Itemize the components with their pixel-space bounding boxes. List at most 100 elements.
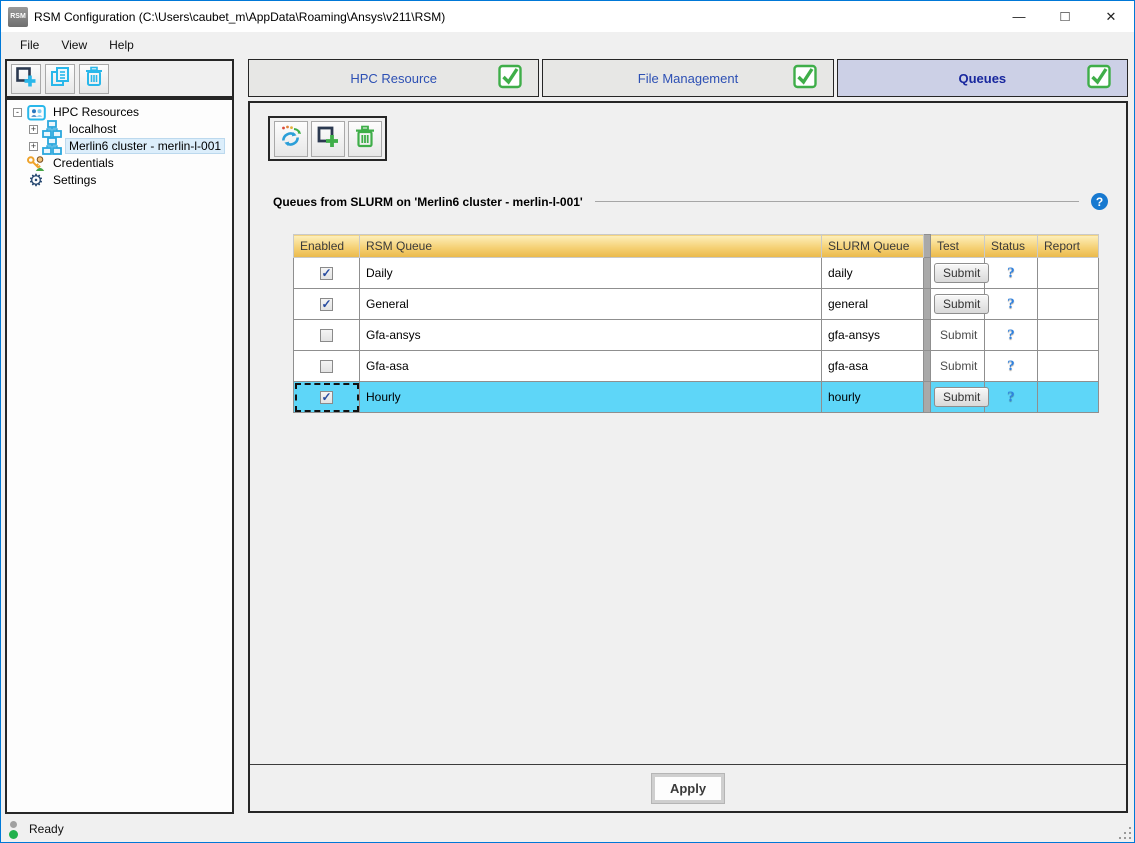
- apply-button[interactable]: Apply: [652, 774, 724, 803]
- tree-label: Merlin6 cluster - merlin-l-001: [66, 139, 224, 153]
- enabled-checkbox[interactable]: [320, 360, 333, 373]
- rsm-queue-cell[interactable]: Daily: [360, 258, 822, 289]
- menu-file[interactable]: File: [9, 35, 50, 55]
- status-bar: Ready: [1, 817, 1134, 842]
- enabled-checkbox[interactable]: [320, 267, 333, 280]
- queues-panel: Queues from SLURM on 'Merlin6 cluster - …: [248, 101, 1128, 813]
- tree-item-settings[interactable]: ⚙ Settings: [7, 172, 232, 188]
- queues-section-header: Queues from SLURM on 'Merlin6 cluster - …: [273, 193, 1108, 210]
- tree-item-merlin6-cluster[interactable]: + Merlin6 cluster - merlin-l-001: [7, 138, 232, 154]
- section-rule: [595, 201, 1079, 202]
- minimize-button[interactable]: —: [996, 1, 1042, 32]
- copy-icon: [49, 66, 71, 91]
- apply-bar: Apply: [250, 764, 1126, 811]
- header-slurm-queue: SLURM Queue: [822, 235, 924, 258]
- rsm-queue-cell[interactable]: Gfa-asa: [360, 351, 822, 382]
- rsm-queue-cell[interactable]: General: [360, 289, 822, 320]
- add-queue-button[interactable]: [311, 121, 345, 157]
- slurm-queue-cell[interactable]: general: [822, 289, 924, 320]
- enabled-checkbox[interactable]: [320, 329, 333, 342]
- submit-button[interactable]: Submit: [934, 357, 983, 375]
- queue-row-general[interactable]: General general Submit ?: [294, 289, 1099, 320]
- queue-row-gfa-asa[interactable]: Gfa-asa gfa-asa Submit ?: [294, 351, 1099, 382]
- add-hpc-resource-button[interactable]: [11, 64, 41, 94]
- collapse-expander-icon[interactable]: -: [13, 108, 22, 117]
- menu-help[interactable]: Help: [98, 35, 145, 55]
- header-report: Report: [1038, 235, 1099, 258]
- submit-button[interactable]: Submit: [934, 263, 989, 283]
- tab-label: HPC Resource: [350, 71, 437, 86]
- column-divider: [924, 351, 931, 382]
- queues-section-title: Queues from SLURM on 'Merlin6 cluster - …: [273, 195, 583, 209]
- refresh-icon: [277, 124, 304, 154]
- enabled-checkbox[interactable]: [320, 298, 333, 311]
- slurm-queue-cell[interactable]: gfa-ansys: [822, 320, 924, 351]
- connection-status-icon: [9, 821, 18, 839]
- status-unknown-icon: ?: [1007, 296, 1015, 312]
- enabled-checkbox[interactable]: [320, 391, 333, 404]
- maximize-button[interactable]: □: [1042, 1, 1088, 32]
- slurm-queue-cell[interactable]: hourly: [822, 382, 924, 413]
- tab-hpc-resource[interactable]: HPC Resource: [248, 59, 539, 97]
- menu-bar: File View Help: [1, 32, 1134, 57]
- column-divider: [924, 320, 931, 351]
- duplicate-hpc-resource-button[interactable]: [45, 64, 75, 94]
- header-status: Status: [985, 235, 1038, 258]
- menu-view[interactable]: View: [50, 35, 98, 55]
- tab-file-management[interactable]: File Management: [542, 59, 833, 97]
- hpc-resources-tree: - HPC Resources +: [5, 98, 234, 814]
- header-test: Test: [931, 235, 985, 258]
- status-unknown-icon: ?: [1007, 358, 1015, 374]
- tree-item-credentials[interactable]: Credentials: [7, 155, 232, 171]
- column-divider: [924, 235, 931, 258]
- tree-item-hpc-resources[interactable]: - HPC Resources: [7, 104, 232, 120]
- tab-queues[interactable]: Queues: [837, 59, 1128, 97]
- rsm-configuration-window: RSM RSM Configuration (C:\Users\caubet_m…: [0, 0, 1135, 843]
- refresh-queues-button[interactable]: [274, 121, 308, 157]
- expand-expander-icon[interactable]: +: [29, 142, 38, 151]
- expand-expander-icon[interactable]: +: [29, 125, 38, 134]
- slurm-queue-cell[interactable]: daily: [822, 258, 924, 289]
- status-dot-green: [9, 830, 18, 839]
- table-header-row: Enabled RSM Queue SLURM Queue Test Statu…: [294, 235, 1099, 258]
- cluster-icon: [42, 120, 62, 138]
- window-title: RSM Configuration (C:\Users\caubet_m\App…: [34, 10, 445, 24]
- tree-label: localhost: [66, 122, 119, 136]
- delete-queue-button[interactable]: [348, 121, 382, 157]
- close-button[interactable]: ✕: [1088, 1, 1134, 32]
- help-icon[interactable]: ?: [1091, 193, 1108, 210]
- tree-label: HPC Resources: [50, 105, 142, 119]
- hpc-resources-toolbar: [5, 59, 234, 98]
- queue-row-gfa-ansys[interactable]: Gfa-ansys gfa-ansys Submit ?: [294, 320, 1099, 351]
- complete-check-icon: [1087, 65, 1111, 92]
- trash-icon: [354, 125, 376, 152]
- tree-item-localhost[interactable]: + localhost: [7, 121, 232, 137]
- submit-button[interactable]: Submit: [934, 326, 983, 344]
- title-bar: RSM RSM Configuration (C:\Users\caubet_m…: [1, 1, 1134, 32]
- queue-row-daily[interactable]: Daily daily Submit ?: [294, 258, 1099, 289]
- rsm-queue-cell[interactable]: Gfa-ansys: [360, 320, 822, 351]
- tab-label: File Management: [638, 71, 738, 86]
- delete-hpc-resource-button[interactable]: [79, 64, 109, 94]
- report-cell: [1038, 320, 1099, 351]
- column-divider: [924, 258, 931, 289]
- status-unknown-icon: ?: [1007, 389, 1015, 405]
- header-enabled: Enabled: [294, 235, 360, 258]
- status-text: Ready: [29, 822, 64, 836]
- submit-button[interactable]: Submit: [934, 387, 989, 407]
- status-unknown-icon: ?: [1007, 327, 1015, 343]
- config-tabs: HPC Resource File Management Queues: [248, 59, 1128, 97]
- complete-check-icon: [498, 65, 522, 92]
- slurm-queue-cell[interactable]: gfa-asa: [822, 351, 924, 382]
- hpc-resources-icon: [26, 103, 46, 121]
- queue-row-hourly[interactable]: Hourly hourly Submit ?: [294, 382, 1099, 413]
- column-divider: [924, 289, 931, 320]
- header-rsm-queue: RSM Queue: [360, 235, 822, 258]
- resize-grip[interactable]: [1118, 826, 1131, 839]
- report-cell: [1038, 382, 1099, 413]
- rsm-queue-cell[interactable]: Hourly: [360, 382, 822, 413]
- report-cell: [1038, 258, 1099, 289]
- tree-label: Settings: [50, 173, 99, 187]
- submit-button[interactable]: Submit: [934, 294, 989, 314]
- settings-icon: ⚙: [26, 171, 46, 189]
